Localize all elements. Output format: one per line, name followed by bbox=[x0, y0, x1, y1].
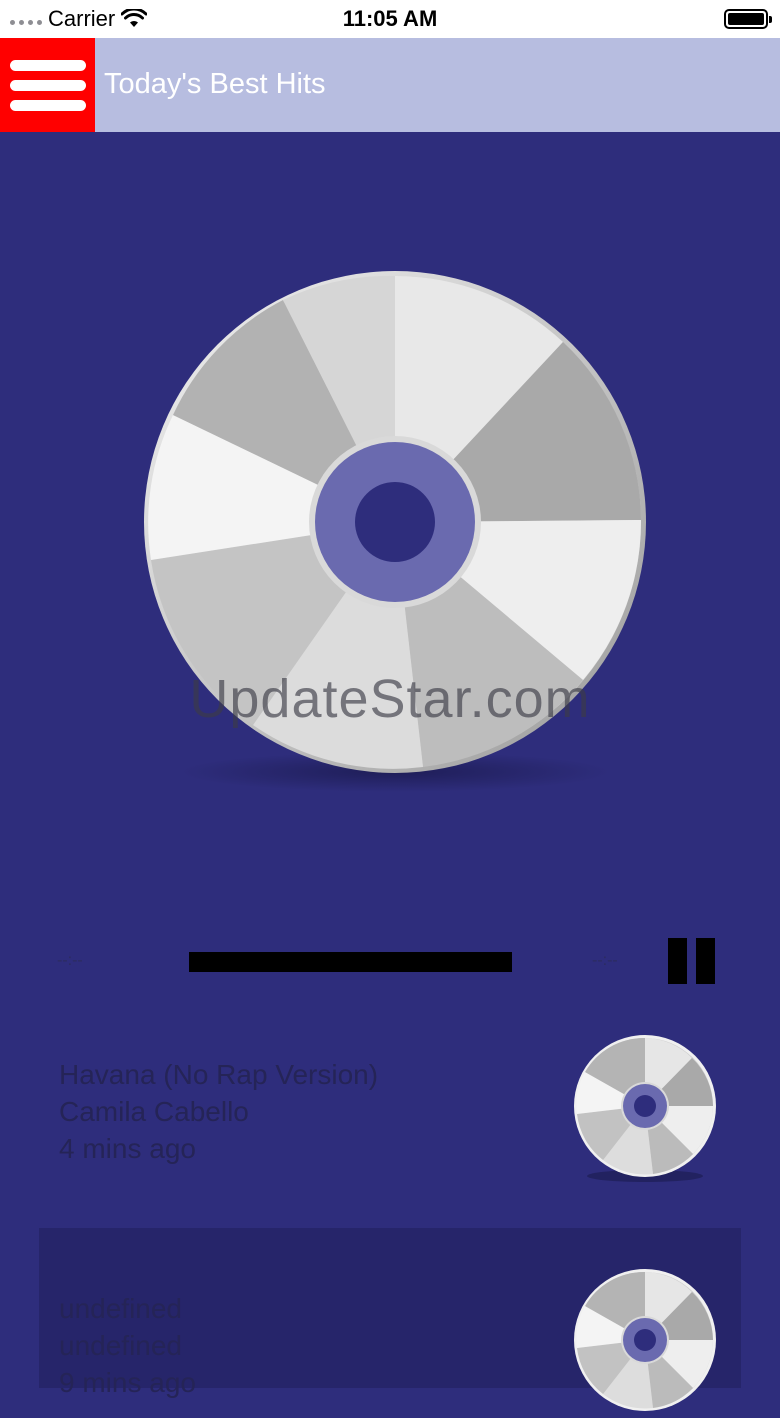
pause-icon-bar bbox=[668, 938, 687, 984]
status-bar: Carrier 11:05 AM bbox=[0, 0, 780, 38]
track-info: undefined undefined 9 mins ago bbox=[59, 1290, 196, 1401]
track-title: undefined bbox=[59, 1293, 183, 1324]
track-list-item[interactable]: Havana (No Rap Version) Camila Cabello 4… bbox=[39, 1030, 741, 1190]
app-header: Today's Best Hits bbox=[0, 38, 780, 132]
progress-bar[interactable] bbox=[189, 952, 512, 972]
hamburger-menu-button[interactable] bbox=[0, 38, 95, 132]
remaining-time: --:-- bbox=[592, 952, 618, 969]
pause-button[interactable] bbox=[668, 938, 716, 984]
watermark: UpdateStar.com bbox=[189, 669, 591, 729]
clock: 11:05 AM bbox=[342, 6, 438, 31]
track-artist: undefined bbox=[59, 1330, 183, 1361]
station-title: Today's Best Hits bbox=[104, 68, 326, 100]
battery-icon bbox=[724, 9, 772, 29]
track-played-time: 4 mins ago bbox=[59, 1133, 196, 1164]
track-played-time: 9 mins ago bbox=[59, 1367, 196, 1398]
pause-icon-bar bbox=[696, 938, 715, 984]
elapsed-time: --:-- bbox=[57, 952, 83, 969]
track-info: Havana (No Rap Version) Camila Cabello 4… bbox=[59, 1056, 378, 1167]
cd-thumbnail-icon bbox=[574, 1269, 716, 1411]
track-artist: Camila Cabello bbox=[59, 1096, 249, 1127]
cd-thumbnail-icon bbox=[574, 1035, 716, 1182]
menu-bar bbox=[9, 99, 86, 111]
track-list-item[interactable]: undefined undefined 9 mins ago bbox=[39, 1228, 741, 1411]
track-title: Havana (No Rap Version) bbox=[59, 1059, 379, 1090]
menu-bar bbox=[9, 79, 86, 91]
menu-bar bbox=[9, 59, 86, 71]
